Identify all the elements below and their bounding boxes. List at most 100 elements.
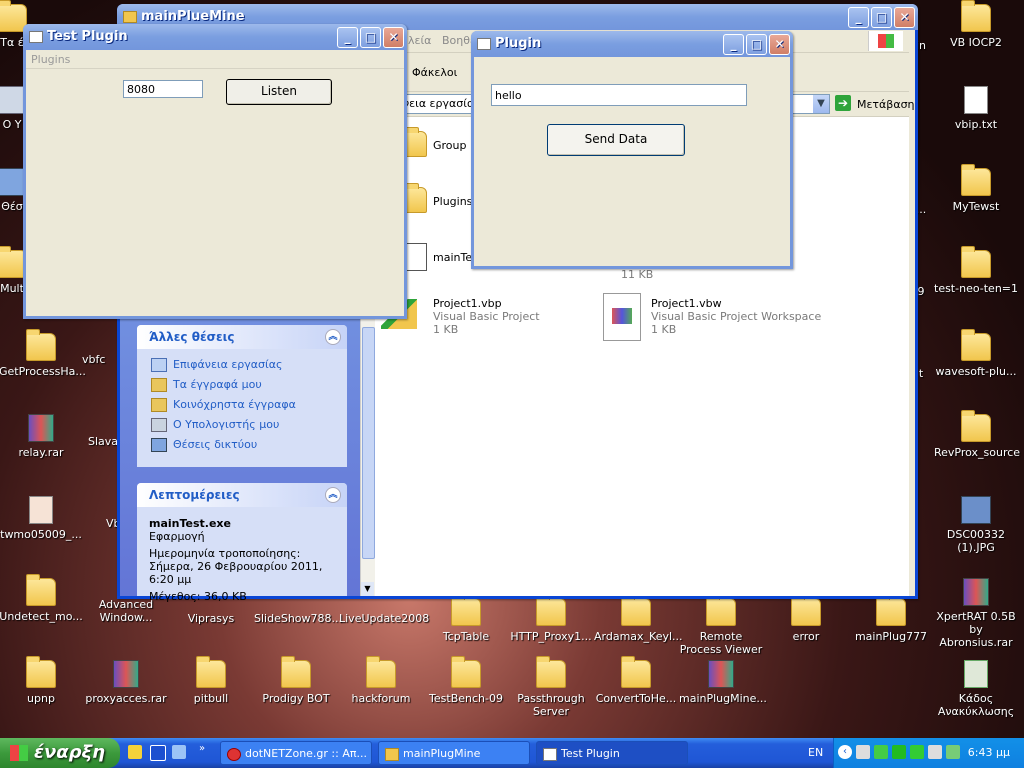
other-places-panel: Άλλες θέσεις ︽ Επιφάνεια εργασίας Τα έγγ…	[137, 325, 347, 467]
speaker-icon[interactable]	[928, 745, 942, 759]
wifi-signal-icon[interactable]	[892, 745, 906, 759]
desktop-icon-pitbull[interactable]: pitbull	[169, 656, 253, 705]
close-button[interactable]: ✕	[383, 27, 404, 48]
go-arrow-icon[interactable]: ➔	[835, 95, 851, 111]
menu-item-plugins[interactable]: Plugins	[31, 53, 70, 66]
network-icon[interactable]	[172, 745, 186, 759]
link-my-computer[interactable]: Ο Υπολογιστής μου	[137, 415, 347, 435]
test-plugin-titlebar[interactable]: Test Plugin _ □ ✕	[23, 24, 407, 50]
desktop-icon-remote-process-viewer[interactable]: Remote Process Viewer	[679, 594, 763, 656]
folder-icon	[123, 11, 137, 23]
minimize-button[interactable]: _	[723, 34, 744, 55]
plugin-titlebar[interactable]: Plugin _ □ ✕	[471, 31, 793, 57]
close-button[interactable]: ✕	[894, 7, 915, 28]
task-mainplugmine[interactable]: mainPlugMine	[378, 741, 530, 765]
chevron-down-icon[interactable]: ▼	[361, 582, 374, 596]
desktop-icon-vbip-txt[interactable]: vbip.txt	[934, 86, 1018, 131]
desktop-icon-xpertrat[interactable]: XpertRAT 0.5B by Abronsius.rar	[934, 578, 1018, 649]
minimize-button[interactable]: _	[848, 7, 869, 28]
listen-button[interactable]: Listen	[226, 79, 332, 105]
link-network-places[interactable]: Θέσεις δικτύου	[137, 435, 347, 455]
desktop-icon-dsc-jpg[interactable]: DSC00332 (1).JPG	[934, 496, 1018, 554]
folder-icon	[536, 656, 566, 688]
minimize-button[interactable]: _	[337, 27, 358, 48]
collapse-icon[interactable]: ︽	[325, 329, 341, 345]
folder-icon	[961, 410, 991, 442]
desktop-icon-upnp[interactable]: upnp	[0, 656, 83, 705]
test-plugin-title: Test Plugin	[47, 29, 128, 44]
desktop-icon-prodigy-bot[interactable]: Prodigy BOT	[254, 656, 338, 705]
rar-archive-icon	[708, 660, 734, 688]
desktop-icon-tcptable[interactable]: TcpTable	[424, 594, 508, 643]
folder-icon	[876, 594, 906, 626]
clock: 6:43 μμ	[967, 746, 1010, 759]
desktop-icon-relay-rar[interactable]: relay.rar	[0, 414, 83, 459]
port-input[interactable]: 8080	[123, 80, 203, 98]
windows-logo-icon	[10, 745, 28, 761]
desktop-icon-mytewst[interactable]: MyTewst	[934, 164, 1018, 213]
desktop-icon-twmo[interactable]: twmo05009_...	[0, 496, 83, 541]
go-button[interactable]: Μετάβαση	[857, 98, 915, 111]
close-button[interactable]: ✕	[769, 34, 790, 55]
folder-icon	[405, 183, 427, 213]
task-test-plugin[interactable]: Test Plugin	[536, 741, 688, 765]
bluetooth-icon[interactable]	[150, 745, 166, 761]
desktop-icon-liveupdate[interactable]: LiveUpdate2008	[339, 612, 429, 625]
start-button[interactable]: έναρξη	[0, 738, 120, 768]
test-plugin-window: Test Plugin _ □ ✕ Plugins 8080 Listen	[23, 24, 407, 319]
desktop-icon-test-neo-ten[interactable]: test-neo-ten=1	[934, 246, 1018, 295]
maximize-button[interactable]: □	[746, 34, 767, 55]
rar-archive-icon	[28, 414, 54, 442]
link-desktop[interactable]: Επιφάνεια εργασίας	[137, 355, 347, 375]
antivirus-icon[interactable]	[874, 745, 888, 759]
language-indicator[interactable]: EN	[808, 746, 823, 759]
desktop-icon-mainplug777[interactable]: mainPlug777	[849, 594, 933, 643]
desktop-icon-passthrough[interactable]: Passthrough Server	[509, 656, 593, 718]
chevron-left-icon[interactable]: ‹	[838, 745, 852, 759]
desktop-icon-vbfc[interactable]: vbfc	[82, 353, 122, 366]
desktop-icon-slideshow[interactable]: SlideShow788...	[254, 612, 342, 625]
desktop-icon-vb-iocp2[interactable]: VB IOCP2	[934, 0, 1018, 49]
desktop-icon-revprox[interactable]: RevProx_source	[934, 410, 1020, 459]
desktop-icon-hackforum[interactable]: hackforum	[339, 656, 423, 705]
desktop-icon-converttohex[interactable]: ConvertToHe...	[594, 656, 678, 705]
desktop-icon-mainplugmine-rar[interactable]: mainPlugMine...	[679, 660, 767, 705]
desktop-icon-testbench[interactable]: TestBench-09	[424, 656, 508, 705]
desktop-icon-ardamax[interactable]: Ardamax_Keyl...	[594, 594, 683, 643]
folder-icon	[961, 0, 991, 32]
folder-icon	[196, 656, 226, 688]
other-places-header[interactable]: Άλλες θέσεις ︽	[137, 325, 347, 349]
camera-icon[interactable]	[856, 745, 870, 759]
menu-item-tools[interactable]: λεία	[408, 34, 431, 47]
plugin-title: Plugin	[495, 36, 542, 51]
desktop-icon-undetect[interactable]: Undetect_mo...	[0, 574, 83, 623]
scrollbar-thumb[interactable]	[362, 327, 375, 559]
desktop-icon-http-proxy[interactable]: HTTP_Proxy1...	[509, 594, 593, 643]
folders-button[interactable]: Φάκελοι	[412, 66, 457, 79]
user-icon[interactable]	[946, 745, 960, 759]
details-header[interactable]: Λεπτομέρειες ︽	[137, 483, 347, 507]
green-status-icon[interactable]	[910, 745, 924, 759]
desktop-icon-getprocessha[interactable]: GetProcessHa...	[0, 329, 86, 378]
link-my-documents[interactable]: Τα έγγραφά μου	[137, 375, 347, 395]
desktop-icon-viprasys[interactable]: Viprasys	[169, 612, 253, 625]
folder-icon	[961, 246, 991, 278]
chevron-right-icon[interactable]: »	[199, 743, 205, 754]
maximize-button[interactable]: □	[871, 7, 892, 28]
message-input[interactable]: hello	[491, 84, 747, 106]
chevron-down-icon[interactable]: ▼	[813, 95, 829, 113]
recycle-bin-icon	[964, 660, 988, 688]
norton-icon[interactable]	[128, 745, 142, 759]
folder-icon	[281, 656, 311, 688]
desktop-icon-error[interactable]: error	[764, 594, 848, 643]
send-data-button[interactable]: Send Data	[547, 124, 685, 156]
maximize-button[interactable]: □	[360, 27, 381, 48]
desktop-icon-wavesoft[interactable]: wavesoft-plu...	[934, 329, 1018, 378]
details-modified: Ημερομηνία τροποποίησης: Σήμερα, 26 Φεβρ…	[149, 547, 323, 586]
link-shared-documents[interactable]: Κοινόχρηστα έγγραφα	[137, 395, 347, 415]
task-opera[interactable]: dotNETZone.gr :: Απ...	[220, 741, 372, 765]
desktop-icon-proxyacces[interactable]: proxyacces.rar	[84, 660, 168, 705]
desktop-icon-recycle-bin[interactable]: Κάδος Ανακύκλωσης	[934, 660, 1018, 718]
collapse-icon[interactable]: ︽	[325, 487, 341, 503]
vb-workspace-icon	[603, 293, 641, 341]
